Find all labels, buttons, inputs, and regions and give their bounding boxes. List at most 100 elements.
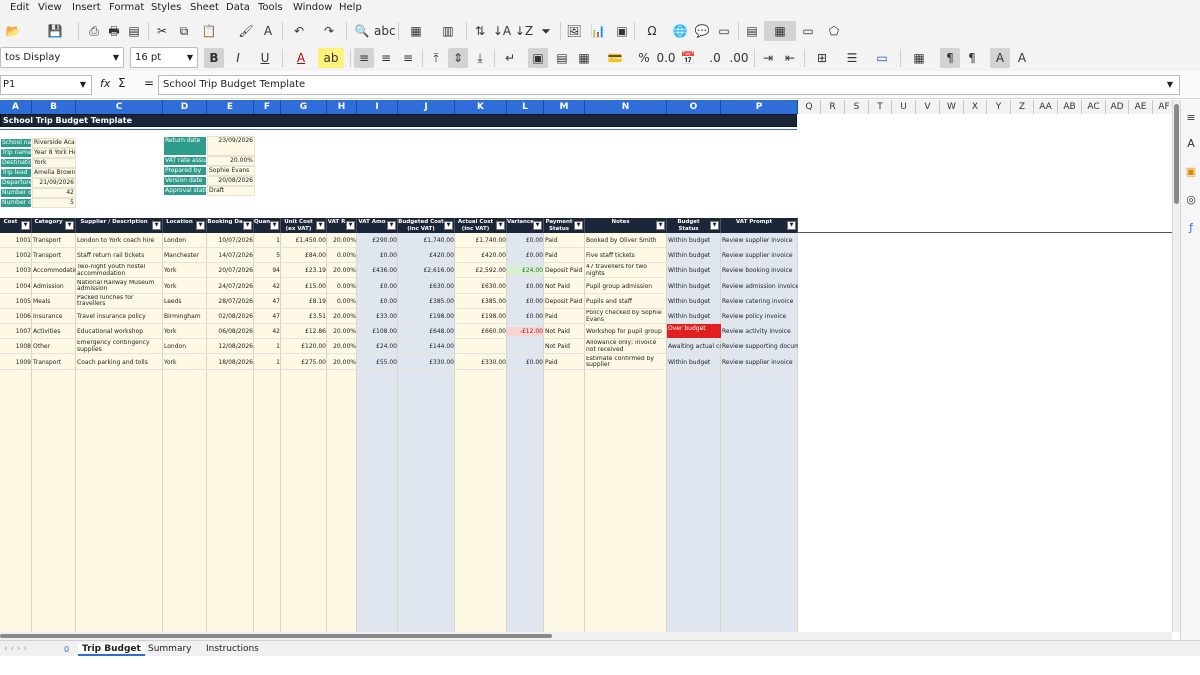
table-cell[interactable]: Review supplier invoice	[721, 251, 798, 260]
column-header-t[interactable]: T	[869, 100, 892, 114]
column-header-ad[interactable]: AD	[1106, 100, 1129, 114]
table-cell[interactable]: £660.00	[455, 327, 507, 336]
insert-image-icon[interactable]: 🖼	[564, 21, 584, 41]
menu-window[interactable]: Window	[293, 2, 332, 13]
table-cell[interactable]: York	[163, 327, 207, 336]
table-cell[interactable]: Insurance	[32, 312, 76, 321]
autofilter-button[interactable]: ▼	[387, 221, 396, 230]
column-header-b[interactable]: B	[32, 100, 76, 114]
table-cell[interactable]: £2,616.00	[398, 266, 455, 275]
table-cell[interactable]: Leeds	[163, 297, 207, 306]
table-cell[interactable]: £385.00	[398, 297, 455, 306]
column-header-a[interactable]: A	[0, 100, 32, 114]
autofilter-button[interactable]: ▼	[270, 221, 279, 230]
table-cell[interactable]: £198.00	[398, 312, 455, 321]
table-cell[interactable]: Transport	[32, 236, 76, 245]
column-header-o[interactable]: O	[667, 100, 721, 114]
autofilter-button[interactable]: ▼	[444, 221, 453, 230]
autofilter-button[interactable]: ▼	[496, 221, 505, 230]
table-cell[interactable]: 47 travellers for two nights	[585, 264, 667, 278]
column-header-j[interactable]: J	[398, 100, 455, 114]
table-cell[interactable]: Deposit Paid	[544, 266, 585, 275]
column-header-y[interactable]: Y	[987, 100, 1011, 114]
redo-icon[interactable]: ↷	[316, 21, 342, 41]
menu-tools[interactable]: Tools	[258, 2, 283, 13]
formula-icon[interactable]: =	[144, 76, 154, 90]
find-replace-icon[interactable]: 🔍	[352, 21, 372, 41]
table-cell[interactable]: Pupil group admission	[585, 282, 667, 291]
conditional-format-icon[interactable]: ▦	[904, 48, 934, 68]
navigator-icon[interactable]: ◎	[1183, 190, 1199, 210]
menu-styles[interactable]: Styles	[151, 2, 181, 13]
table-cell[interactable]: 42	[254, 282, 281, 291]
column-header-ab[interactable]: AB	[1058, 100, 1082, 114]
table-cell[interactable]: £0.00	[357, 297, 398, 306]
table-cell[interactable]: Emergency contingency supplies	[76, 340, 163, 354]
table-cell[interactable]: £84.00	[281, 251, 327, 260]
table-cell[interactable]: £420.00	[398, 251, 455, 260]
table-cell[interactable]: Review supplier invoice	[721, 358, 798, 367]
pivot-table-icon[interactable]: ▣	[612, 21, 632, 41]
table-cell[interactable]: 0.00%	[327, 251, 357, 260]
column-header-x[interactable]: X	[964, 100, 987, 114]
table-cell[interactable]: Review admission invoice	[721, 282, 798, 291]
percent-format-icon[interactable]: %	[634, 48, 654, 68]
sort-ascending-icon[interactable]: ↓A	[492, 21, 512, 41]
column-header-m[interactable]: M	[544, 100, 585, 114]
table-cell[interactable]: Coach parking and tolls	[76, 358, 163, 367]
table-cell[interactable]: Paid	[544, 358, 585, 367]
increase-indent-icon[interactable]: ⇥	[758, 48, 778, 68]
column-header-c[interactable]: C	[76, 100, 163, 114]
table-cell[interactable]: Within budget	[667, 266, 721, 275]
table-cell[interactable]: £0.00	[507, 282, 544, 291]
menu-format[interactable]: Format	[109, 2, 144, 13]
insert-chart-icon[interactable]: 📊	[588, 21, 608, 41]
menu-insert[interactable]: Insert	[72, 2, 101, 13]
sum-icon[interactable]: Σ	[118, 76, 126, 90]
table-cell[interactable]: 1009	[0, 358, 32, 367]
table-cell[interactable]: 10/07/2026	[207, 236, 254, 245]
border-style-icon[interactable]: ☰	[838, 48, 866, 68]
table-cell[interactable]: £630.00	[455, 282, 507, 291]
merge-cells-icon[interactable]: ▤	[552, 48, 572, 68]
table-cell[interactable]: £15.00	[281, 282, 327, 291]
save-icon[interactable]: 💾	[44, 21, 66, 41]
print-preview-icon[interactable]: ▤	[124, 21, 144, 41]
date-format-icon[interactable]: 📅	[678, 48, 698, 68]
table-cell[interactable]: Paid	[544, 236, 585, 245]
column-header-v[interactable]: V	[916, 100, 940, 114]
table-cell[interactable]: Staff return rail tickets	[76, 251, 163, 260]
table-cell[interactable]: 06/08/2026	[207, 327, 254, 336]
show-draw-functions-icon[interactable]: ⬠	[824, 21, 844, 41]
autofilter-button[interactable]: ▼	[574, 221, 583, 230]
table-cell[interactable]: Paid	[544, 312, 585, 321]
table-cell[interactable]: Review policy invoice	[721, 312, 798, 321]
special-character-icon[interactable]: Ω	[638, 21, 666, 41]
table-cell[interactable]: £8.19	[281, 297, 327, 306]
table-cell[interactable]: £24.00	[357, 342, 398, 351]
info-value[interactable]: York	[32, 158, 76, 168]
undo-icon[interactable]: ↶	[286, 21, 312, 41]
function-wizard-icon[interactable]: fx	[100, 77, 110, 90]
table-cell[interactable]: 47	[254, 312, 281, 321]
table-cell[interactable]: £198.00	[455, 312, 507, 321]
clone-formatting-icon[interactable]: 🖌	[236, 21, 256, 41]
highlight-color-icon[interactable]: ab	[318, 48, 344, 68]
column-header-d[interactable]: D	[163, 100, 207, 114]
wrap-text-icon[interactable]: ↵	[500, 48, 520, 68]
table-cell[interactable]: 20.00%	[327, 358, 357, 367]
table-cell[interactable]: Pupils and staff	[585, 297, 667, 306]
table-cell[interactable]: £648.00	[398, 327, 455, 336]
table-cell[interactable]: Other	[32, 342, 76, 351]
table-cell[interactable]: Paid	[544, 251, 585, 260]
column-header-p[interactable]: P	[721, 100, 798, 114]
table-cell[interactable]: Not Paid	[544, 327, 585, 336]
table-cell[interactable]: Within budget	[667, 358, 721, 367]
center-vertically-icon[interactable]: ⇕	[448, 48, 468, 68]
table-cell[interactable]: £144.00	[398, 342, 455, 351]
column-header-h[interactable]: H	[327, 100, 357, 114]
table-cell[interactable]: 24/07/2026	[207, 282, 254, 291]
table-cell[interactable]: £275.00	[281, 358, 327, 367]
table-cell[interactable]: £2,592.00	[455, 266, 507, 275]
table-cell[interactable]: 1007	[0, 327, 32, 336]
